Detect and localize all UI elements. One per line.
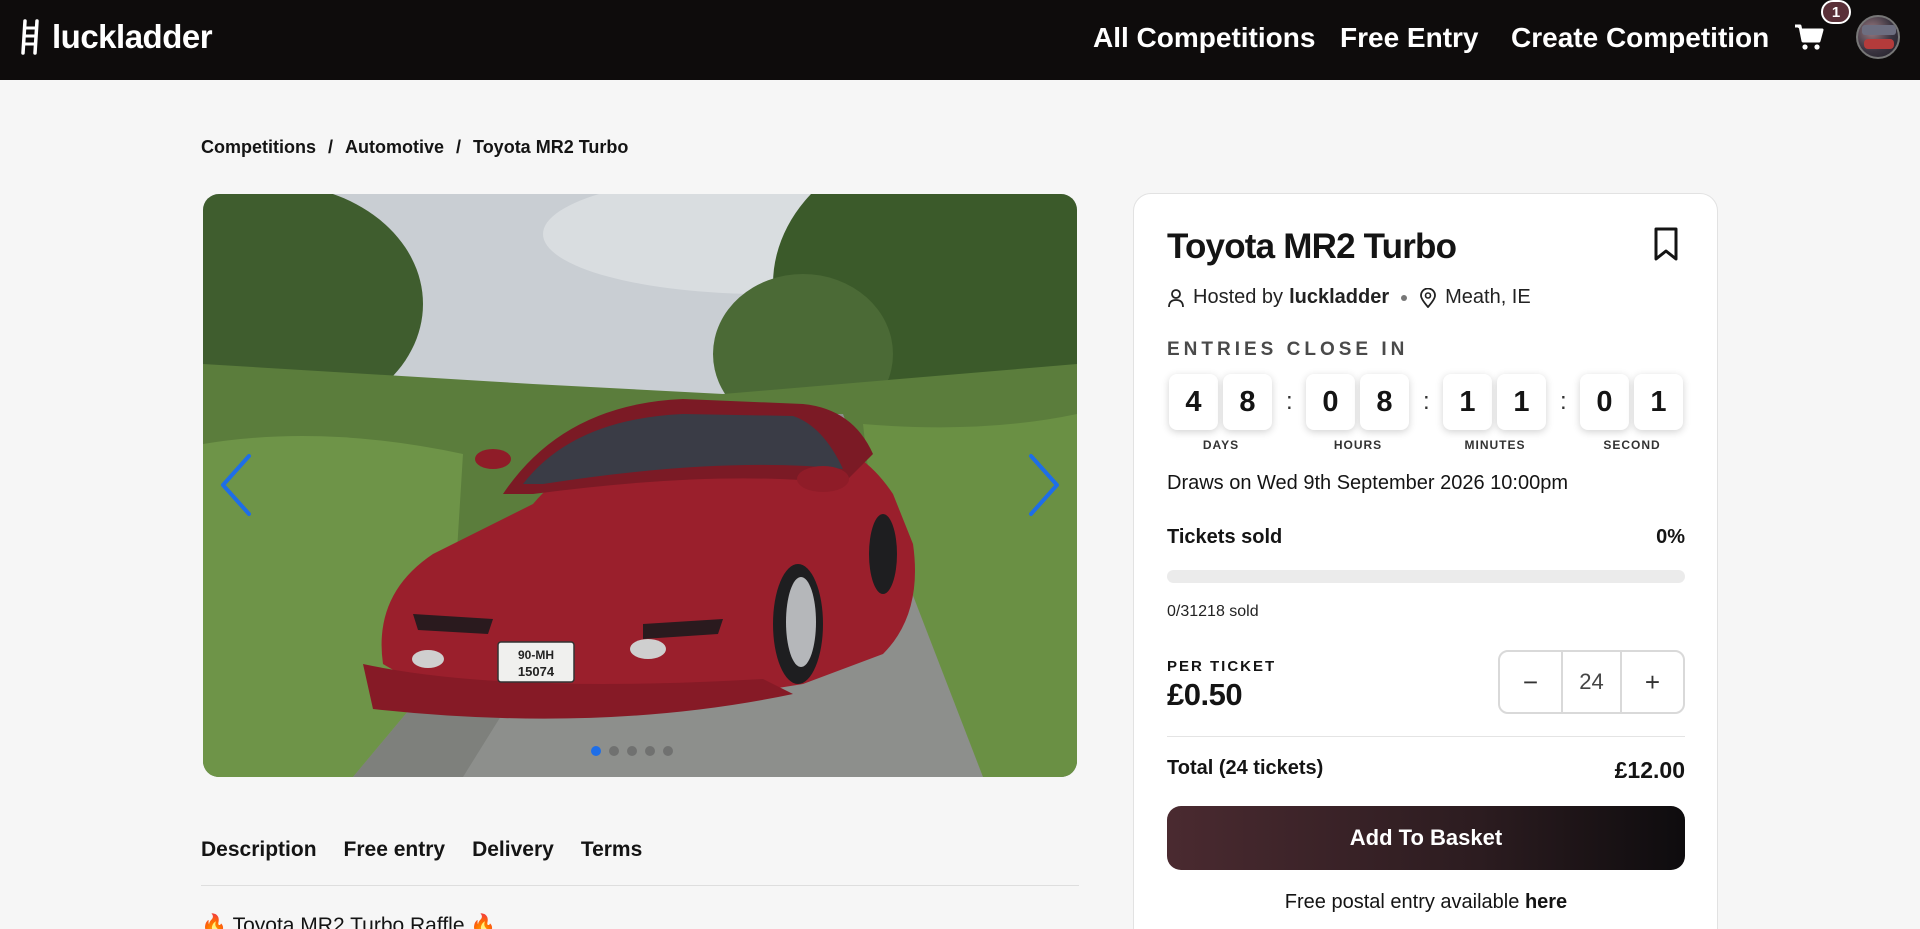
tab-delivery[interactable]: Delivery — [472, 838, 554, 868]
quantity-value[interactable]: 24 — [1561, 652, 1622, 712]
carousel-dot[interactable] — [645, 746, 655, 756]
entries-close-label: ENTRIES CLOSE IN — [1167, 339, 1409, 360]
countdown-digit-hours-2: 8 — [1360, 374, 1409, 430]
plate-line-2: 15074 — [518, 664, 555, 679]
cart-button[interactable] — [1794, 22, 1828, 52]
per-ticket-label: PER TICKET — [1167, 658, 1277, 675]
add-to-basket-button[interactable]: Add To Basket — [1167, 806, 1685, 870]
countdown-digit-days-1: 4 — [1169, 374, 1218, 430]
countdown-colon: : — [1423, 388, 1430, 415]
host-info: Hosted by luckladder Meath, IE — [1167, 286, 1531, 309]
countdown-colon: : — [1286, 388, 1293, 415]
plate-line-1: 90-MH — [518, 648, 554, 662]
carousel-prev-button[interactable] — [217, 452, 257, 518]
image-carousel[interactable]: 90-MH 15074 — [203, 194, 1077, 777]
total-label: Total (24 tickets) — [1167, 757, 1324, 779]
hosted-by-label: Hosted by — [1193, 286, 1284, 308]
breadcrumb-separator: / — [456, 137, 462, 157]
top-navigation-bar: luckladder All Competitions Free Entry C… — [0, 0, 1920, 80]
decrease-quantity-button[interactable]: − — [1500, 652, 1561, 712]
carousel-dot[interactable] — [627, 746, 637, 756]
countdown-digit-hours-1: 0 — [1306, 374, 1355, 430]
breadcrumb-automotive[interactable]: Automotive — [345, 137, 444, 158]
draw-date: Draws on Wed 9th September 2026 10:00pm — [1167, 472, 1568, 494]
ladder-icon — [21, 19, 39, 55]
location-text: Meath, IE — [1445, 286, 1531, 308]
description-heading: 🔥 Toyota MR2 Turbo Raffle 🔥 — [201, 914, 497, 929]
tickets-sold-percent: 0% — [1656, 526, 1685, 548]
logo-text: luckladder — [52, 18, 213, 55]
breadcrumb-competitions[interactable]: Competitions — [201, 137, 316, 158]
cart-count-badge: 1 — [1821, 0, 1851, 24]
tab-free-entry[interactable]: Free entry — [344, 838, 446, 868]
logo[interactable]: luckladder — [20, 18, 213, 56]
breadcrumb-separator: / — [328, 137, 334, 157]
sold-count: 0/31218 sold — [1167, 603, 1259, 620]
divider — [1167, 736, 1685, 737]
countdown-digit-seconds-1: 0 — [1580, 374, 1629, 430]
bookmark-button[interactable] — [1652, 226, 1680, 262]
competition-entry-panel: Toyota MR2 Turbo Hosted by luckladder Me… — [1133, 193, 1718, 929]
quantity-stepper: − 24 + — [1498, 650, 1685, 714]
cart-icon — [1795, 24, 1824, 50]
tickets-sold-label: Tickets sold — [1167, 526, 1283, 548]
tickets-sold-progress-bar — [1167, 570, 1685, 583]
tab-terms[interactable]: Terms — [581, 838, 642, 868]
carousel-next-button[interactable] — [1023, 452, 1063, 518]
host-name[interactable]: luckladder — [1289, 286, 1389, 309]
postal-entry-text: Free postal entry available — [1284, 891, 1520, 913]
detail-tabs: Description Free entry Delivery Terms — [201, 838, 1079, 886]
nav-all-competitions[interactable]: All Competitions — [1093, 20, 1315, 56]
plus-icon: + — [1644, 666, 1661, 697]
carousel-dot[interactable] — [591, 746, 601, 756]
breadcrumb-current: Toyota MR2 Turbo — [473, 137, 629, 157]
minus-icon: − — [1522, 666, 1539, 697]
countdown-digit-minutes-2: 1 — [1497, 374, 1546, 430]
user-avatar[interactable] — [1856, 15, 1900, 59]
countdown-digit-minutes-1: 1 — [1443, 374, 1492, 430]
countdown-colon: : — [1560, 388, 1567, 415]
countdown-digit-seconds-2: 1 — [1634, 374, 1683, 430]
countdown-unit-hours: HOURS — [1333, 438, 1383, 452]
breadcrumb: Competitions / Automotive / Toyota MR2 T… — [201, 137, 628, 158]
nav-create-competition[interactable]: Create Competition — [1511, 20, 1769, 56]
carousel-indicators — [591, 746, 673, 756]
total-amount: £12.00 — [1614, 757, 1685, 783]
nav-free-entry[interactable]: Free Entry — [1340, 20, 1479, 56]
tab-description[interactable]: Description — [201, 838, 317, 868]
user-icon — [1168, 288, 1184, 307]
competition-title: Toyota MR2 Turbo — [1167, 227, 1457, 266]
total-row: Total (24 tickets) £12.00 — [1167, 757, 1685, 784]
free-postal-entry: Free postal entry available here — [1167, 891, 1685, 914]
chevron-right-icon — [1029, 454, 1059, 516]
countdown-unit-days: DAYS — [1202, 438, 1240, 452]
car-photo: 90-MH 15074 — [203, 194, 1077, 777]
increase-quantity-button[interactable]: + — [1622, 652, 1683, 712]
countdown-unit-minutes: MINUTES — [1464, 438, 1526, 452]
location-pin-icon — [1420, 287, 1437, 308]
bookmark-icon — [1654, 227, 1678, 261]
countdown-unit-seconds: SECOND — [1603, 438, 1661, 452]
ticket-price: £0.50 — [1167, 677, 1243, 712]
chevron-left-icon — [221, 454, 251, 516]
carousel-dot[interactable] — [663, 746, 673, 756]
postal-entry-link[interactable]: here — [1525, 891, 1567, 913]
countdown-digit-days-2: 8 — [1223, 374, 1272, 430]
carousel-dot[interactable] — [609, 746, 619, 756]
separator-dot — [1401, 294, 1408, 301]
tickets-sold-row: Tickets sold 0% — [1167, 526, 1685, 549]
